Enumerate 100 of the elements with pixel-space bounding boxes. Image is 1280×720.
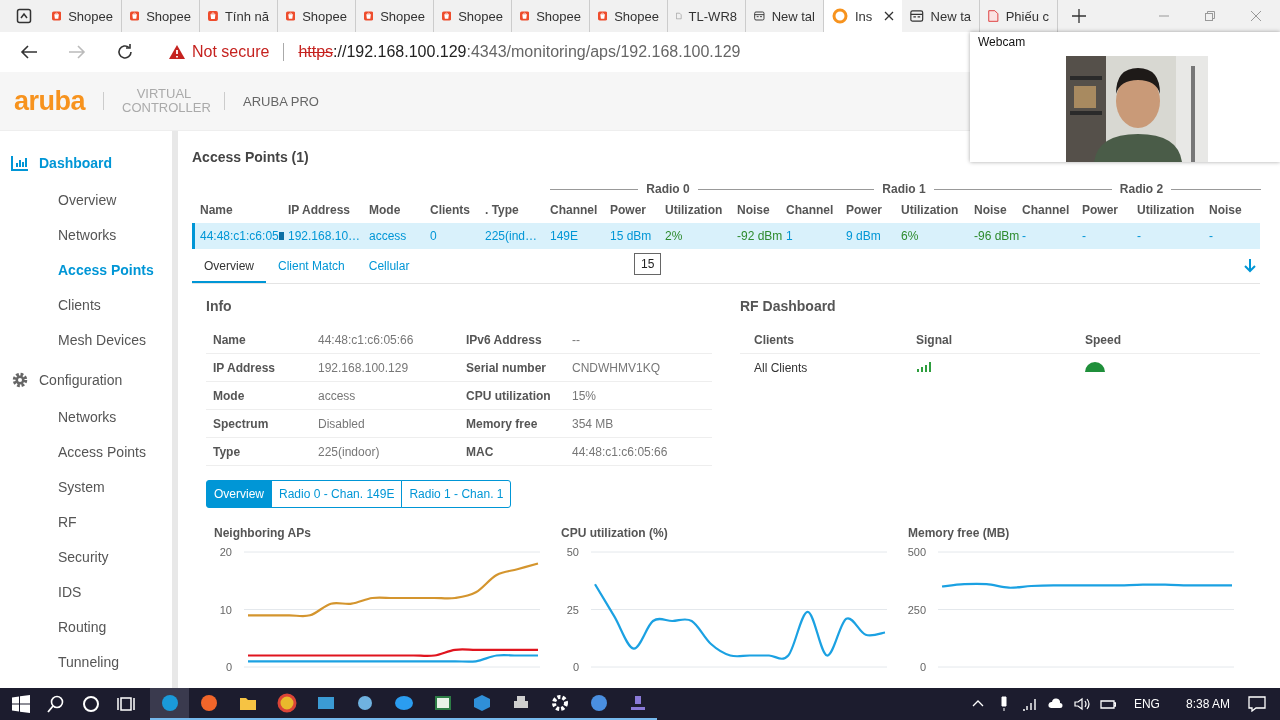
field-value: Disabled	[318, 416, 366, 431]
column-header[interactable]: Noise	[737, 203, 786, 217]
axis-tick-label: 50	[566, 546, 579, 558]
group-header: Radio 2	[1119, 182, 1164, 196]
shopping-bag-icon	[520, 8, 530, 24]
new-tab-icon[interactable]	[1072, 9, 1086, 23]
language-indicator[interactable]: ENG	[1133, 697, 1160, 711]
sidebar-item[interactable]: Tunneling	[0, 645, 172, 680]
sidebar-item[interactable]: Access Points	[0, 435, 172, 470]
circle-icon[interactable]	[80, 695, 102, 713]
table-cell: 225(ind…	[485, 229, 538, 243]
window-icon	[754, 8, 765, 24]
table-cell: -92 dBm	[737, 229, 783, 243]
group-header: Radio 1	[882, 182, 926, 196]
sidebar-section[interactable]: Configuration	[0, 368, 172, 392]
back-icon[interactable]	[20, 44, 38, 60]
box-icon[interactable]	[471, 693, 492, 713]
sidebar-item[interactable]: System	[0, 470, 172, 505]
browser-tab[interactable]: Ins	[824, 0, 902, 32]
field-value: 192.168.100.129	[318, 360, 410, 375]
app-icon[interactable]	[588, 693, 609, 713]
column-header[interactable]: Channel	[550, 203, 610, 217]
column-header[interactable]: Utilization	[665, 203, 737, 217]
column-header[interactable]: . Type	[485, 203, 550, 217]
tab-actions-icon[interactable]	[16, 8, 32, 24]
window-icon[interactable]	[432, 693, 453, 713]
table-cell: 6%	[901, 229, 919, 243]
field-label: MAC	[466, 444, 495, 459]
logo: aruba	[14, 85, 86, 117]
column-header[interactable]: Power	[1082, 203, 1137, 217]
axis-tick-label: 0	[572, 661, 579, 673]
window-title: Webcam	[977, 34, 1027, 51]
field-value: 44:48:c1:c6:05:66	[572, 444, 669, 459]
field-value: 44:48:c1:c6:05:66	[318, 332, 415, 347]
column-header[interactable]: Noise	[1209, 203, 1261, 217]
sidebar-item[interactable]: Mesh Devices	[0, 323, 172, 358]
sidebar-item[interactable]: RF	[0, 505, 172, 540]
column-header[interactable]: Utilization	[901, 203, 974, 217]
field-label: Spectrum	[213, 416, 270, 431]
gauge-icon	[1085, 361, 1105, 372]
table-cell: -	[1022, 229, 1026, 243]
table-cell: 192.168.10…	[288, 229, 361, 243]
app-icon[interactable]	[198, 693, 219, 713]
sidebar-item[interactable]: Networks	[0, 400, 172, 435]
axis-tick-label: 500	[907, 546, 926, 558]
app-icon[interactable]	[276, 693, 297, 713]
column-header[interactable]: Noise	[974, 203, 1022, 217]
column-header[interactable]: Mode	[369, 203, 430, 217]
sidebar-item[interactable]: Routing	[0, 610, 172, 645]
document-icon	[988, 8, 999, 24]
column-header[interactable]: Channel	[786, 203, 846, 217]
gear-icon	[11, 371, 29, 389]
close-icon[interactable]	[884, 11, 894, 21]
sidebar-item[interactable]: Overview	[0, 183, 172, 218]
wifi-icon[interactable]	[1021, 696, 1038, 712]
table-cell: -96 dBm	[974, 229, 1020, 243]
chart-title: Neighboring APs	[213, 526, 312, 542]
table-cell: 0	[430, 229, 437, 243]
column-header: Signal	[916, 332, 953, 347]
table-cell: 149E	[550, 229, 579, 243]
account-name: ARUBA PRO	[243, 93, 319, 109]
axis-tick-label: 250	[907, 603, 926, 616]
panel-title: RF Dashboard	[740, 298, 837, 316]
sidebar-item[interactable]: IDS	[0, 575, 172, 610]
column-header[interactable]: Utilization	[1137, 203, 1209, 217]
notification-icon[interactable]	[1248, 696, 1266, 712]
shopping-bag-icon	[364, 8, 374, 24]
sidebar-item[interactable]: Networks	[0, 218, 172, 253]
field-value: access	[318, 388, 357, 403]
chart-title: Memory free (MB)	[907, 526, 1011, 542]
field-value: --	[572, 332, 581, 347]
field-value: 225(indoor)	[318, 444, 381, 459]
address-field[interactable]: Not secure https://192.168.100.129:4343/monitoring/aps/192.168.100.129	[168, 36, 741, 68]
task-view-icon[interactable]	[115, 695, 137, 713]
chat-icon[interactable]	[393, 693, 414, 713]
table-row[interactable]: 44:48:c1:c6:05 192.168.10… access 0 225(ind… 149E 15 dBm 2% -92 dBm 1 9 dBm 6% -96 dBm - - - -	[192, 223, 1260, 249]
shopping-bag-icon	[598, 8, 608, 24]
column-header[interactable]: Name	[200, 203, 288, 217]
clock[interactable]: 8:38 AM	[1185, 697, 1230, 711]
column-header[interactable]: Clients	[430, 203, 485, 217]
sidebar-item[interactable]: Security	[0, 540, 172, 575]
table-cell: -	[1137, 229, 1141, 243]
column-header[interactable]: IP Address	[288, 203, 369, 217]
windows-icon[interactable]	[10, 695, 32, 713]
table-cell: 44:48:c1:c6:05	[200, 229, 279, 243]
sidebar-item[interactable]: Clients	[0, 288, 172, 323]
arrow-down-icon[interactable]	[1244, 259, 1256, 273]
axis-tick-label: 25	[566, 603, 579, 616]
column-header[interactable]: Channel	[1022, 203, 1082, 217]
field-value: 15%	[572, 388, 598, 403]
field-label: Mode	[213, 388, 246, 403]
field-value: CNDWHMV1KQ	[572, 360, 661, 375]
gear-icon[interactable]	[549, 693, 570, 713]
column-header[interactable]: Power	[610, 203, 665, 217]
table-cell: 15 dBm	[610, 229, 652, 243]
speaker-icon[interactable]	[1073, 696, 1090, 712]
tab[interactable]: Overview	[192, 253, 266, 283]
reload-icon[interactable]	[116, 43, 134, 61]
column-header[interactable]: Power	[846, 203, 901, 217]
shopping-bag-icon	[208, 8, 218, 24]
